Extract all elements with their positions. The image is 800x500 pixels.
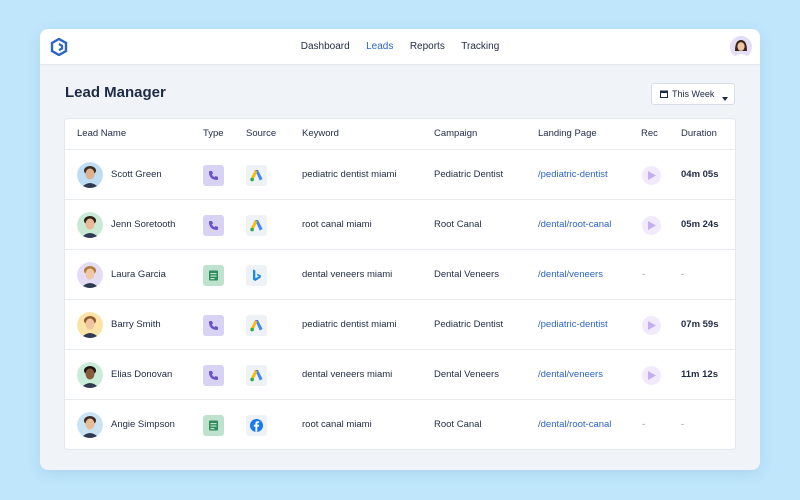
- lead-name[interactable]: Scott Green: [111, 169, 162, 180]
- column-header-landing-page[interactable]: Landing Page: [538, 128, 597, 139]
- column-header-lead-name[interactable]: Lead Name: [77, 128, 126, 139]
- main-nav: Dashboard Leads Reports Tracking: [40, 29, 760, 65]
- campaign: Pediatric Dentist: [434, 169, 504, 180]
- play-recording-button[interactable]: [642, 366, 661, 385]
- keyword: dental veneers miami: [302, 269, 393, 280]
- landing-page-link[interactable]: /pediatric-dentist: [538, 169, 608, 180]
- table-header: Lead Name Type Source Keyword Campaign L…: [65, 119, 735, 150]
- chevron-down-icon: [722, 93, 728, 101]
- campaign: Root Canal: [434, 219, 482, 230]
- landing-page-link[interactable]: /dental/veneers: [538, 269, 603, 280]
- lead-name[interactable]: Laura Garcia: [111, 269, 166, 280]
- campaign: Dental Veneers: [434, 269, 499, 280]
- nav-item-dashboard[interactable]: Dashboard: [301, 29, 350, 65]
- table-row[interactable]: Laura Garcia dental veneers miami Dental V…: [65, 250, 735, 300]
- form-icon: [203, 265, 224, 286]
- landing-page-link[interactable]: /dental/root-canal: [538, 419, 611, 430]
- lead-avatar: [77, 162, 103, 188]
- recording-empty: -: [642, 419, 646, 430]
- phone-call-icon: [203, 165, 224, 186]
- keyword: pediatric dentist miami: [302, 169, 397, 180]
- recording-empty: -: [642, 269, 646, 280]
- column-header-campaign[interactable]: Campaign: [434, 128, 477, 139]
- lead-name[interactable]: Jenn Soretooth: [111, 219, 175, 230]
- table-row[interactable]: Angie Simpson root canal miami Root Canal /…: [65, 400, 735, 450]
- nav-item-reports[interactable]: Reports: [410, 29, 445, 65]
- duration: 05m 24s: [681, 219, 719, 230]
- campaign: Pediatric Dentist: [434, 319, 504, 330]
- table-row[interactable]: Barry Smith pediatric dentist miami Pediat…: [65, 300, 735, 350]
- play-recording-button[interactable]: [642, 166, 661, 185]
- user-avatar[interactable]: [730, 36, 752, 58]
- calendar-icon: [660, 90, 668, 98]
- column-header-type[interactable]: Type: [203, 128, 224, 139]
- form-icon: [203, 415, 224, 436]
- lead-name[interactable]: Barry Smith: [111, 319, 161, 330]
- table-row[interactable]: Elias Donovan dental veneers miami Dental …: [65, 350, 735, 400]
- date-range-dropdown[interactable]: This Week: [651, 83, 735, 105]
- nav-item-tracking[interactable]: Tracking: [461, 29, 499, 65]
- lead-avatar: [77, 262, 103, 288]
- duration: 07m 59s: [681, 319, 719, 330]
- play-recording-button[interactable]: [642, 316, 661, 335]
- landing-page-link[interactable]: /dental/root-canal: [538, 219, 611, 230]
- lead-avatar: [77, 412, 103, 438]
- lead-avatar: [77, 362, 103, 388]
- duration: 11m 12s: [681, 369, 718, 380]
- keyword: root canal miami: [302, 419, 372, 430]
- play-recording-button[interactable]: [642, 216, 661, 235]
- google-ads-icon: [246, 365, 267, 386]
- keyword: root canal miami: [302, 219, 372, 230]
- column-header-keyword[interactable]: Keyword: [302, 128, 339, 139]
- landing-page-link[interactable]: /pediatric-dentist: [538, 319, 608, 330]
- google-ads-icon: [246, 215, 267, 236]
- phone-call-icon: [203, 215, 224, 236]
- google-ads-icon: [246, 165, 267, 186]
- app-window: Dashboard Leads Reports Tracking Lead Ma…: [40, 29, 760, 470]
- keyword: pediatric dentist miami: [302, 319, 397, 330]
- nav-item-leads[interactable]: Leads: [366, 29, 393, 65]
- duration: -: [681, 419, 685, 430]
- keyword: dental veneers miami: [302, 369, 393, 380]
- table-row[interactable]: Scott Green pediatric dentist miami Pediat…: [65, 150, 735, 200]
- phone-call-icon: [203, 365, 224, 386]
- duration: -: [681, 269, 685, 280]
- landing-page-link[interactable]: /dental/veneers: [538, 369, 603, 380]
- campaign: Root Canal: [434, 419, 482, 430]
- date-range-label: This Week: [672, 89, 715, 99]
- leads-table: Lead Name Type Source Keyword Campaign L…: [64, 118, 736, 450]
- column-header-rec[interactable]: Rec: [641, 128, 658, 139]
- lead-name[interactable]: Angie Simpson: [111, 419, 175, 430]
- table-row[interactable]: Jenn Soretooth root canal miami Root Canal…: [65, 200, 735, 250]
- lead-name[interactable]: Elias Donovan: [111, 369, 172, 380]
- lead-avatar: [77, 212, 103, 238]
- facebook-icon: [246, 415, 267, 436]
- page-title: Lead Manager: [65, 84, 166, 101]
- phone-call-icon: [203, 315, 224, 336]
- column-header-duration[interactable]: Duration: [681, 128, 717, 139]
- lead-avatar: [77, 312, 103, 338]
- column-header-source[interactable]: Source: [246, 128, 276, 139]
- duration: 04m 05s: [681, 169, 719, 180]
- top-navbar: Dashboard Leads Reports Tracking: [40, 29, 760, 65]
- campaign: Dental Veneers: [434, 369, 499, 380]
- bing-icon: [246, 265, 267, 286]
- google-ads-icon: [246, 315, 267, 336]
